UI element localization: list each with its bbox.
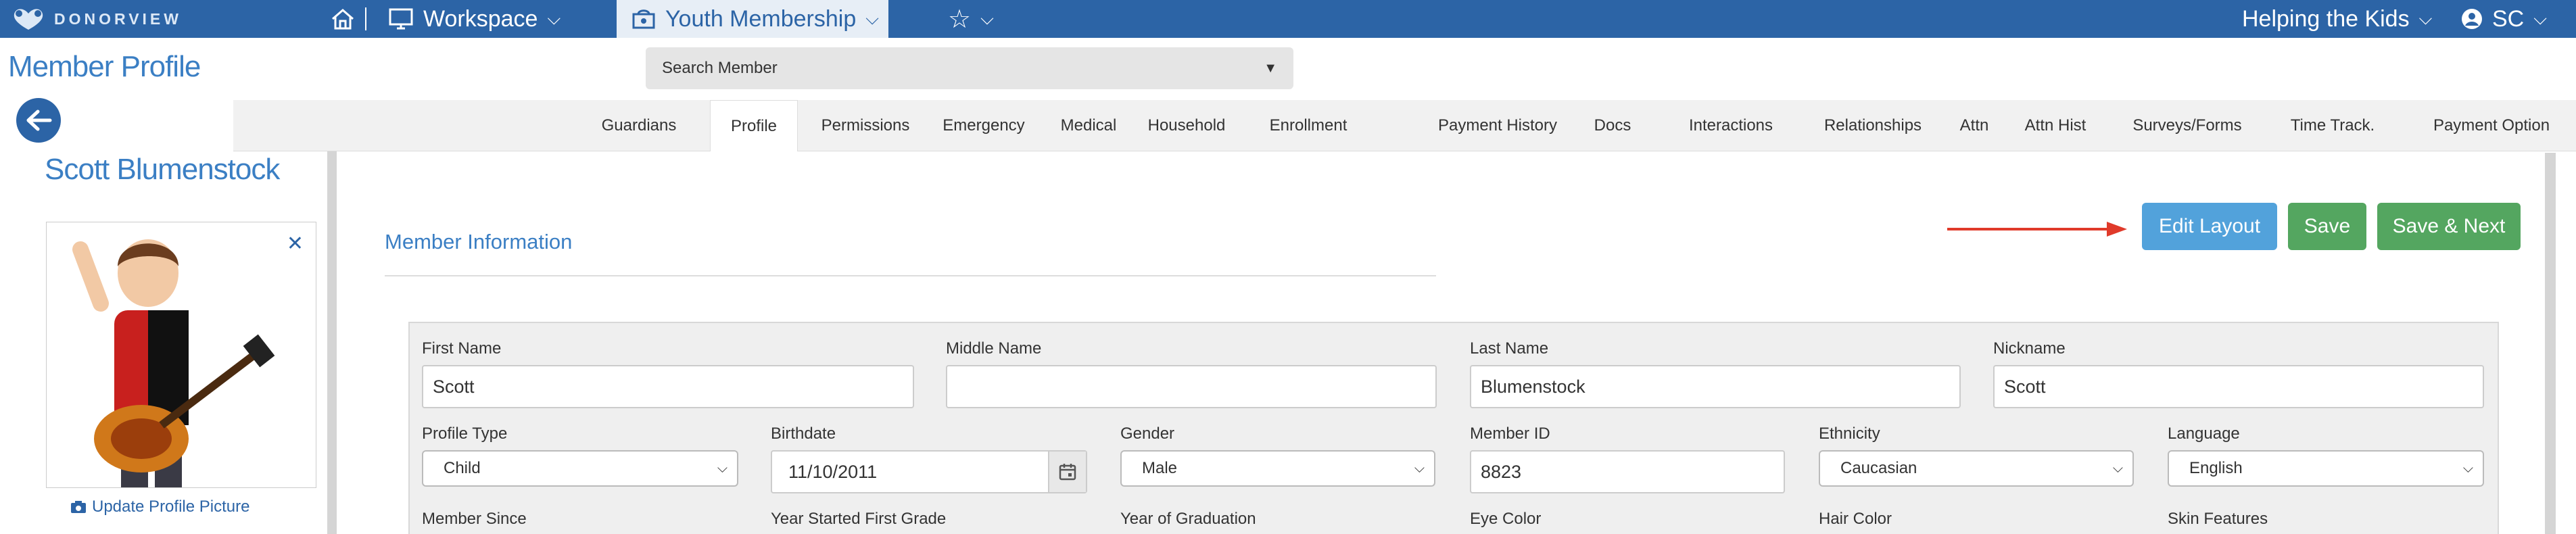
- save-button[interactable]: Save: [2288, 203, 2366, 250]
- gender-value: Male: [1142, 459, 1178, 477]
- page-title: Member Profile: [8, 50, 201, 83]
- youth-membership-icon: [632, 9, 655, 29]
- save-and-next-button[interactable]: Save & Next: [2377, 203, 2521, 250]
- last-name-label: Last Name: [1470, 339, 1549, 358]
- middle-name-label: Middle Name: [946, 339, 1042, 358]
- organization-label: Helping the Kids: [2242, 5, 2410, 32]
- hands-heart-icon: [14, 9, 43, 30]
- nickname-label: Nickname: [1993, 339, 2066, 358]
- workspace-menu[interactable]: Workspace ⌵: [388, 0, 560, 38]
- chevron-down-icon: ⌵: [980, 8, 994, 28]
- home-icon: [332, 9, 354, 30]
- language-select[interactable]: English ⌵: [2168, 450, 2484, 487]
- tab-enrollment[interactable]: Enrollment: [1264, 100, 1352, 151]
- birthdate-label: Birthdate: [771, 424, 836, 443]
- member-since-label: Member Since: [422, 510, 527, 528]
- back-button[interactable]: [16, 98, 61, 143]
- tab-docs[interactable]: Docs: [1585, 100, 1640, 151]
- tab-attn-hist[interactable]: Attn Hist: [2018, 100, 2093, 151]
- chevron-down-icon: ⌵: [2418, 8, 2433, 28]
- birthdate-field[interactable]: 11/10/2011: [771, 450, 1087, 493]
- profile-tabs: Guardians Profile Permissions Emergency …: [233, 100, 2576, 152]
- tab-surveys-forms[interactable]: Surveys/Forms: [2126, 100, 2248, 151]
- brand-name: DONORVIEW: [54, 9, 182, 28]
- tab-medical[interactable]: Medical: [1051, 100, 1126, 151]
- user-menu[interactable]: SC ⌵: [2461, 0, 2547, 38]
- organization-menu[interactable]: Helping the Kids ⌵: [2242, 0, 2432, 38]
- tab-guardians[interactable]: Guardians: [602, 100, 677, 151]
- gender-label: Gender: [1120, 424, 1175, 443]
- nickname-field[interactable]: Scott: [1993, 365, 2484, 408]
- search-member-placeholder: Search Member: [662, 59, 778, 77]
- arrow-left-icon: [26, 110, 52, 131]
- profile-picture: ✕: [46, 222, 316, 488]
- search-member-dropdown[interactable]: Search Member ▼: [646, 47, 1293, 89]
- ethnicity-select[interactable]: Caucasian ⌵: [1819, 450, 2134, 487]
- member-id-label: Member ID: [1470, 424, 1550, 443]
- tab-payment-option[interactable]: Payment Option: [2417, 100, 2566, 151]
- section-divider: [385, 275, 1436, 276]
- tab-relationships[interactable]: Relationships: [1812, 100, 1934, 151]
- home-button[interactable]: [330, 0, 366, 38]
- chevron-down-icon: ⌵: [2533, 8, 2547, 28]
- user-initials: SC: [2492, 5, 2525, 32]
- workspace-label: Workspace: [423, 5, 538, 32]
- tab-permissions[interactable]: Permissions: [815, 100, 916, 151]
- user-circle-icon: [2462, 9, 2482, 29]
- edit-layout-button[interactable]: Edit Layout: [2142, 203, 2277, 250]
- birthdate-value: 11/10/2011: [788, 461, 878, 482]
- language-label: Language: [2168, 424, 2240, 443]
- member-id-field[interactable]: 8823: [1470, 450, 1785, 493]
- chevron-down-icon: ⌵: [547, 8, 561, 28]
- vertical-scrollbar[interactable]: [2545, 153, 2556, 534]
- hair-color-label: Hair Color: [1819, 510, 1892, 528]
- language-value: English: [2189, 459, 2243, 477]
- skin-features-label: Skin Features: [2168, 510, 2268, 528]
- ethnicity-label: Ethnicity: [1819, 424, 1880, 443]
- star-icon: ☆: [948, 5, 972, 34]
- tab-household[interactable]: Household: [1143, 100, 1231, 151]
- tab-emergency[interactable]: Emergency: [936, 100, 1031, 151]
- desktop-icon: [389, 8, 413, 30]
- middle-name-field[interactable]: [946, 365, 1437, 408]
- first-name-field[interactable]: Scott: [422, 365, 914, 408]
- tab-payment-history[interactable]: Payment History: [1430, 100, 1565, 151]
- member-name: Scott Blumenstock: [45, 153, 280, 186]
- favorites-menu[interactable]: ☆ ⌵: [948, 0, 994, 38]
- profile-type-value: Child: [444, 459, 481, 477]
- first-name-label: First Name: [422, 339, 502, 358]
- update-profile-picture-link[interactable]: Update Profile Picture: [70, 497, 249, 516]
- chevron-down-icon: ⌵: [2462, 460, 2473, 476]
- brand-logo[interactable]: DONORVIEW: [9, 3, 182, 35]
- module-menu[interactable]: Youth Membership ⌵: [617, 0, 888, 38]
- tab-interactions[interactable]: Interactions: [1680, 100, 1782, 151]
- update-profile-picture-label: Update Profile Picture: [92, 497, 250, 516]
- chevron-down-icon: ⌵: [1414, 460, 1425, 476]
- annotation-arrow-icon: [1947, 222, 2127, 237]
- tab-attn[interactable]: Attn: [1951, 100, 1998, 151]
- calendar-icon[interactable]: [1048, 452, 1086, 492]
- profile-type-select[interactable]: Child ⌵: [422, 450, 738, 487]
- chevron-down-icon: ⌵: [2112, 460, 2123, 476]
- remove-picture-icon[interactable]: ✕: [287, 232, 304, 256]
- child-with-guitar-photo: [72, 239, 275, 487]
- camera-icon: [71, 501, 86, 513]
- chevron-down-icon: ⌵: [717, 460, 728, 476]
- module-label: Youth Membership: [665, 5, 857, 32]
- tab-profile[interactable]: Profile: [710, 100, 798, 152]
- profile-type-label: Profile Type: [422, 424, 508, 443]
- last-name-field[interactable]: Blumenstock: [1470, 365, 1961, 408]
- chevron-down-icon: ⌵: [865, 8, 879, 28]
- caret-down-icon: ▼: [1264, 60, 1277, 76]
- nav-divider: [365, 7, 366, 30]
- section-title: Member Information: [385, 230, 573, 253]
- ethnicity-value: Caucasian: [1840, 459, 1917, 477]
- year-first-grade-label: Year Started First Grade: [771, 510, 947, 528]
- tab-time-track[interactable]: Time Track.: [2282, 100, 2383, 151]
- gender-select[interactable]: Male ⌵: [1120, 450, 1435, 487]
- eye-color-label: Eye Color: [1470, 510, 1542, 528]
- top-nav-bar: DONORVIEW Workspace ⌵ Youth Membership ⌵…: [0, 0, 2576, 38]
- year-graduation-label: Year of Graduation: [1120, 510, 1256, 528]
